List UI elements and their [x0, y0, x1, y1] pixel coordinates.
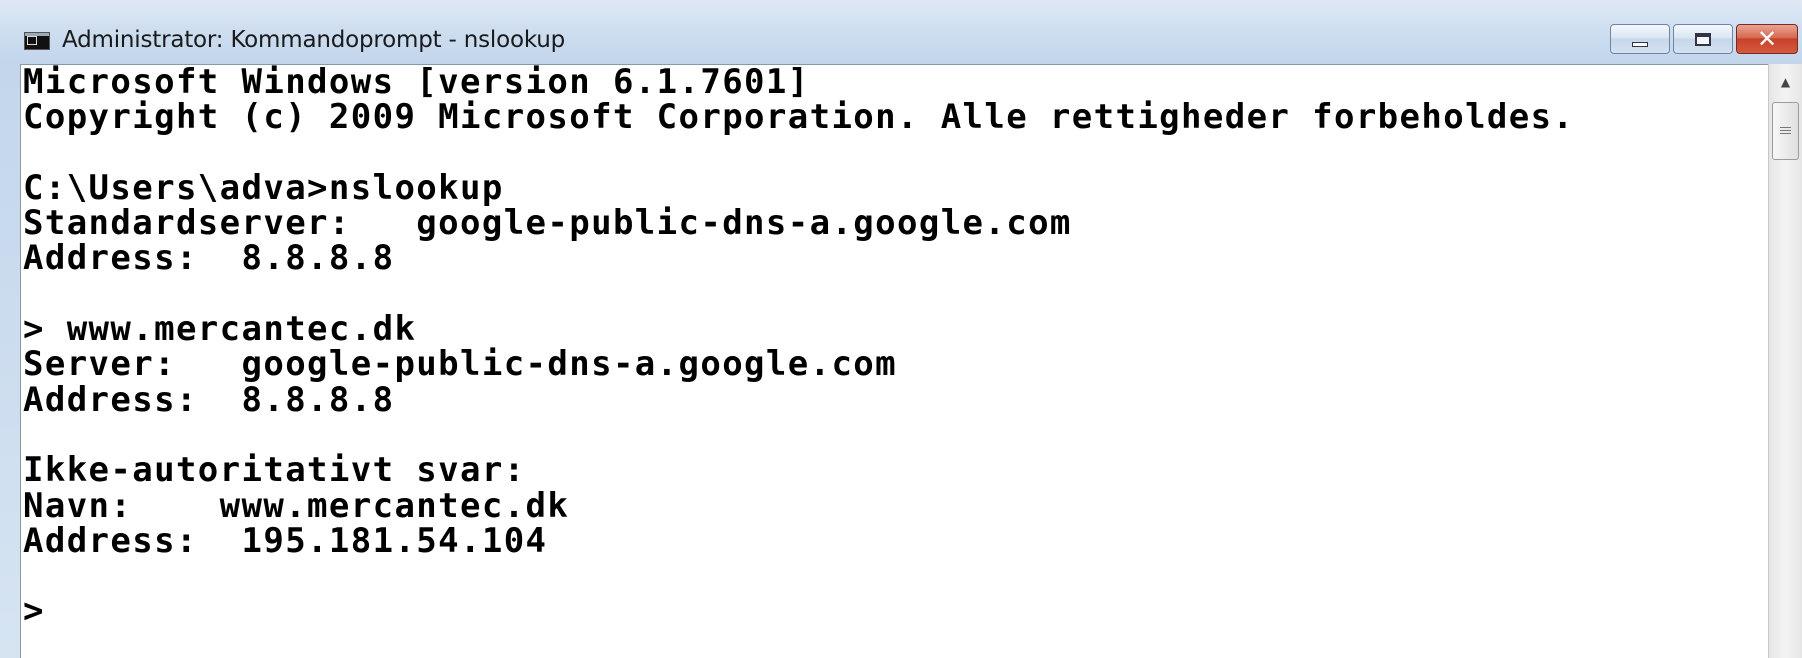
console-output[interactable]: Microsoft Windows [version 6.1.7601] Cop… [20, 64, 1768, 658]
maximize-icon [1695, 32, 1711, 46]
scroll-thumb[interactable] [1772, 102, 1799, 160]
maximize-button[interactable] [1673, 24, 1733, 54]
console-text: Microsoft Windows [version 6.1.7601] Cop… [23, 64, 1575, 632]
close-icon: ✕ [1756, 25, 1778, 53]
console-window: Administrator: Kommandoprompt - nslookup… [0, 0, 1802, 658]
window-title: Administrator: Kommandoprompt - nslookup [62, 27, 566, 53]
scroll-up-icon[interactable]: ▲ [1769, 64, 1802, 100]
minimize-icon [1632, 41, 1648, 47]
scroll-thumb-grip-icon [1780, 126, 1791, 136]
cmd-icon[interactable] [24, 32, 50, 50]
close-button[interactable]: ✕ [1736, 24, 1798, 54]
minimize-button[interactable] [1610, 24, 1670, 54]
title-bar[interactable]: Administrator: Kommandoprompt - nslookup… [0, 16, 1802, 62]
vertical-scrollbar[interactable]: ▲ [1768, 64, 1802, 658]
